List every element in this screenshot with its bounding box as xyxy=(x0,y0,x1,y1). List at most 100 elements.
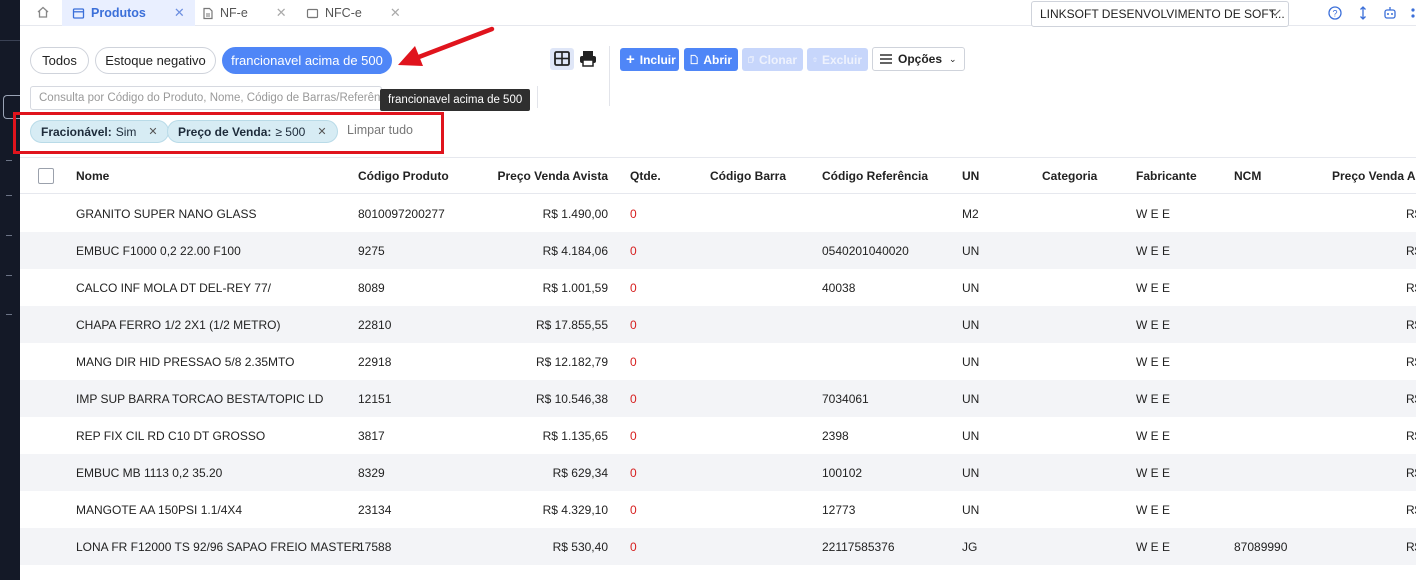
cell-fabricante: W E E xyxy=(1136,355,1171,369)
chip-preco-venda[interactable]: Preço de Venda: ≥ 500 ✕ xyxy=(167,120,338,143)
table-row[interactable]: CHAPA FERRO 1/2 2X1 (1/2 METRO) 22810 R$… xyxy=(20,306,1416,343)
column-header-ncm[interactable]: NCM xyxy=(1234,169,1261,183)
menu-icon xyxy=(880,54,892,64)
home-icon[interactable] xyxy=(36,5,50,19)
cell-nome: LONA FR F12000 TS 92/96 SAPAO FREIO MAST… xyxy=(76,540,361,554)
cell-preco: R$ 4.329,10 xyxy=(542,503,608,517)
filter-fracionavel-acima-500[interactable]: francionavel acima de 500 xyxy=(222,47,392,74)
clonar-label: Clonar xyxy=(758,52,797,67)
document-icon xyxy=(690,54,698,65)
cell-codigo: 12151 xyxy=(358,392,392,406)
filter-estoque-negativo[interactable]: Estoque negativo xyxy=(95,47,216,74)
robot-icon[interactable] xyxy=(1382,5,1398,21)
column-header-preco-venda-avista[interactable]: Preço Venda Avista xyxy=(498,169,609,183)
clonar-button[interactable]: Clonar xyxy=(742,48,803,71)
cell-nome: CALCO INF MOLA DT DEL-REY 77/ xyxy=(76,281,271,295)
grid-view-toggle[interactable] xyxy=(550,48,574,70)
cell-nome: CHAPA FERRO 1/2 2X1 (1/2 METRO) xyxy=(76,318,281,332)
filter-todos[interactable]: Todos xyxy=(30,47,89,74)
cell-fabricante: W E E xyxy=(1136,540,1171,554)
cell-preco-prazo: R$ xyxy=(1406,392,1416,406)
close-tab-icon[interactable]: ✕ xyxy=(276,5,287,21)
incluir-button[interactable]: + Incluir xyxy=(620,48,679,71)
abrir-button[interactable]: Abrir xyxy=(684,48,738,71)
table-row[interactable]: EMBUC F1000 0,2 22.00 F100 9275 R$ 4.184… xyxy=(20,232,1416,269)
column-header-un[interactable]: UN xyxy=(962,169,979,183)
cell-codigo: 23134 xyxy=(358,503,392,517)
table-row[interactable]: MANGOTE AA 150PSI 1.1/4X4 23134 R$ 4.329… xyxy=(20,491,1416,528)
cell-preco: R$ 4.184,06 xyxy=(542,244,608,258)
cell-preco: R$ 12.182,79 xyxy=(535,355,608,369)
column-header-categoria[interactable]: Categoria xyxy=(1042,169,1097,183)
table-row[interactable]: IMP SUP BARRA TORCAO BESTA/TOPIC LD 1215… xyxy=(20,380,1416,417)
rail-item[interactable] xyxy=(6,195,12,196)
cell-un: UN xyxy=(962,244,980,258)
close-tab-icon[interactable]: ✕ xyxy=(174,5,185,21)
table-row[interactable]: LONA FR F12000 TS 92/96 SAPAO FREIO MAST… xyxy=(20,528,1416,565)
incluir-label: Incluir xyxy=(639,52,676,67)
tab-nfce[interactable]: NFC-e ✕ xyxy=(296,0,411,26)
rail-item[interactable] xyxy=(6,275,12,276)
cell-preco-prazo: R$ xyxy=(1406,355,1416,369)
cell-fabricante: W E E xyxy=(1136,429,1171,443)
column-header-qtde[interactable]: Qtde. xyxy=(630,169,661,183)
cell-ref: 40038 xyxy=(822,281,856,295)
cell-ref: 22117585376 xyxy=(822,540,895,554)
column-header-preco-venda-prazo[interactable]: Preço Venda A p xyxy=(1332,169,1416,183)
close-tab-icon[interactable]: ✕ xyxy=(390,5,401,21)
cell-nome: GRANITO SUPER NANO GLASS xyxy=(76,207,257,221)
toolbar-divider xyxy=(609,46,610,106)
table-row[interactable]: CALCO INF MOLA DT DEL-REY 77/ 8089 R$ 1.… xyxy=(20,269,1416,306)
rail-item[interactable] xyxy=(6,160,12,161)
tab-produtos[interactable]: Produtos ✕ xyxy=(62,0,195,26)
column-header-codigo-produto[interactable]: Código Produto xyxy=(358,169,449,183)
table-row[interactable]: GRANITO SUPER NANO GLASS 8010097200277 R… xyxy=(20,195,1416,232)
more-icon[interactable] xyxy=(1408,5,1416,21)
plus-icon: + xyxy=(626,51,635,68)
company-select[interactable]: LINKSOFT DESENVOLVIMENTO DE SOFT... xyxy=(1031,1,1289,27)
search-input[interactable]: Consulta por Código do Produto, Nome, Có… xyxy=(30,86,382,110)
chip-fracionavel[interactable]: Fracionável: Sim ✕ xyxy=(30,120,169,143)
close-chip-icon[interactable]: ✕ xyxy=(317,125,326,138)
tooltip: francionavel acima de 500 xyxy=(380,89,531,111)
cell-codigo: 9275 xyxy=(358,244,385,258)
cell-ncm: 87089990 xyxy=(1234,540,1288,554)
table-header: Nome Código Produto Preço Venda Avista Q… xyxy=(20,157,1416,194)
help-icon[interactable]: ? xyxy=(1327,5,1343,21)
column-header-codigo-barra[interactable]: Código Barra xyxy=(710,169,786,183)
cell-codigo: 17588 xyxy=(358,540,392,554)
chip-key: Fracionável: xyxy=(41,124,112,139)
column-header-fabricante[interactable]: Fabricante xyxy=(1136,169,1197,183)
select-all-checkbox[interactable] xyxy=(38,168,54,184)
excluir-button[interactable]: Excluir xyxy=(807,48,868,71)
table-row[interactable]: REP FIX CIL RD C10 DT GROSSO 3817 R$ 1.1… xyxy=(20,417,1416,454)
cell-un: UN xyxy=(962,281,980,295)
clear-all-link[interactable]: Limpar tudo xyxy=(347,123,413,137)
cell-fabricante: W E E xyxy=(1136,207,1171,221)
svg-text:?: ? xyxy=(1332,8,1337,18)
cell-preco-prazo: R$ xyxy=(1406,318,1416,332)
table-row[interactable]: EMBUC MB 1113 0,2 35.20 8329 R$ 629,34 0… xyxy=(20,454,1416,491)
rail-item[interactable] xyxy=(6,235,12,236)
cell-preco-prazo: R$ xyxy=(1406,429,1416,443)
cell-nome: EMBUC F1000 0,2 22.00 F100 xyxy=(76,244,241,258)
cell-preco: R$ 1.001,59 xyxy=(542,281,608,295)
column-header-nome[interactable]: Nome xyxy=(76,169,109,183)
cell-codigo: 22918 xyxy=(358,355,392,369)
cell-codigo: 8010097200277 xyxy=(358,207,445,221)
rail-item[interactable] xyxy=(6,314,12,315)
cell-qtde: 0 xyxy=(630,429,637,443)
print-button[interactable] xyxy=(576,48,600,70)
left-rail xyxy=(0,0,20,580)
tab-nfe[interactable]: NF-e ✕ xyxy=(192,0,297,26)
opcoes-button[interactable]: Opções ⌄ xyxy=(872,47,965,71)
cell-un: M2 xyxy=(962,207,979,221)
cell-nome: REP FIX CIL RD C10 DT GROSSO xyxy=(76,429,266,443)
sort-vertical-icon[interactable] xyxy=(1355,5,1371,21)
cell-preco: R$ 1.135,65 xyxy=(542,429,608,443)
tab-label: NFC-e xyxy=(325,6,362,20)
cell-qtde: 0 xyxy=(630,318,637,332)
table-row[interactable]: MANG DIR HID PRESSAO 5/8 2.35MTO 22918 R… xyxy=(20,343,1416,380)
close-chip-icon[interactable]: ✕ xyxy=(148,125,157,138)
column-header-codigo-referencia[interactable]: Código Referência xyxy=(822,169,928,183)
